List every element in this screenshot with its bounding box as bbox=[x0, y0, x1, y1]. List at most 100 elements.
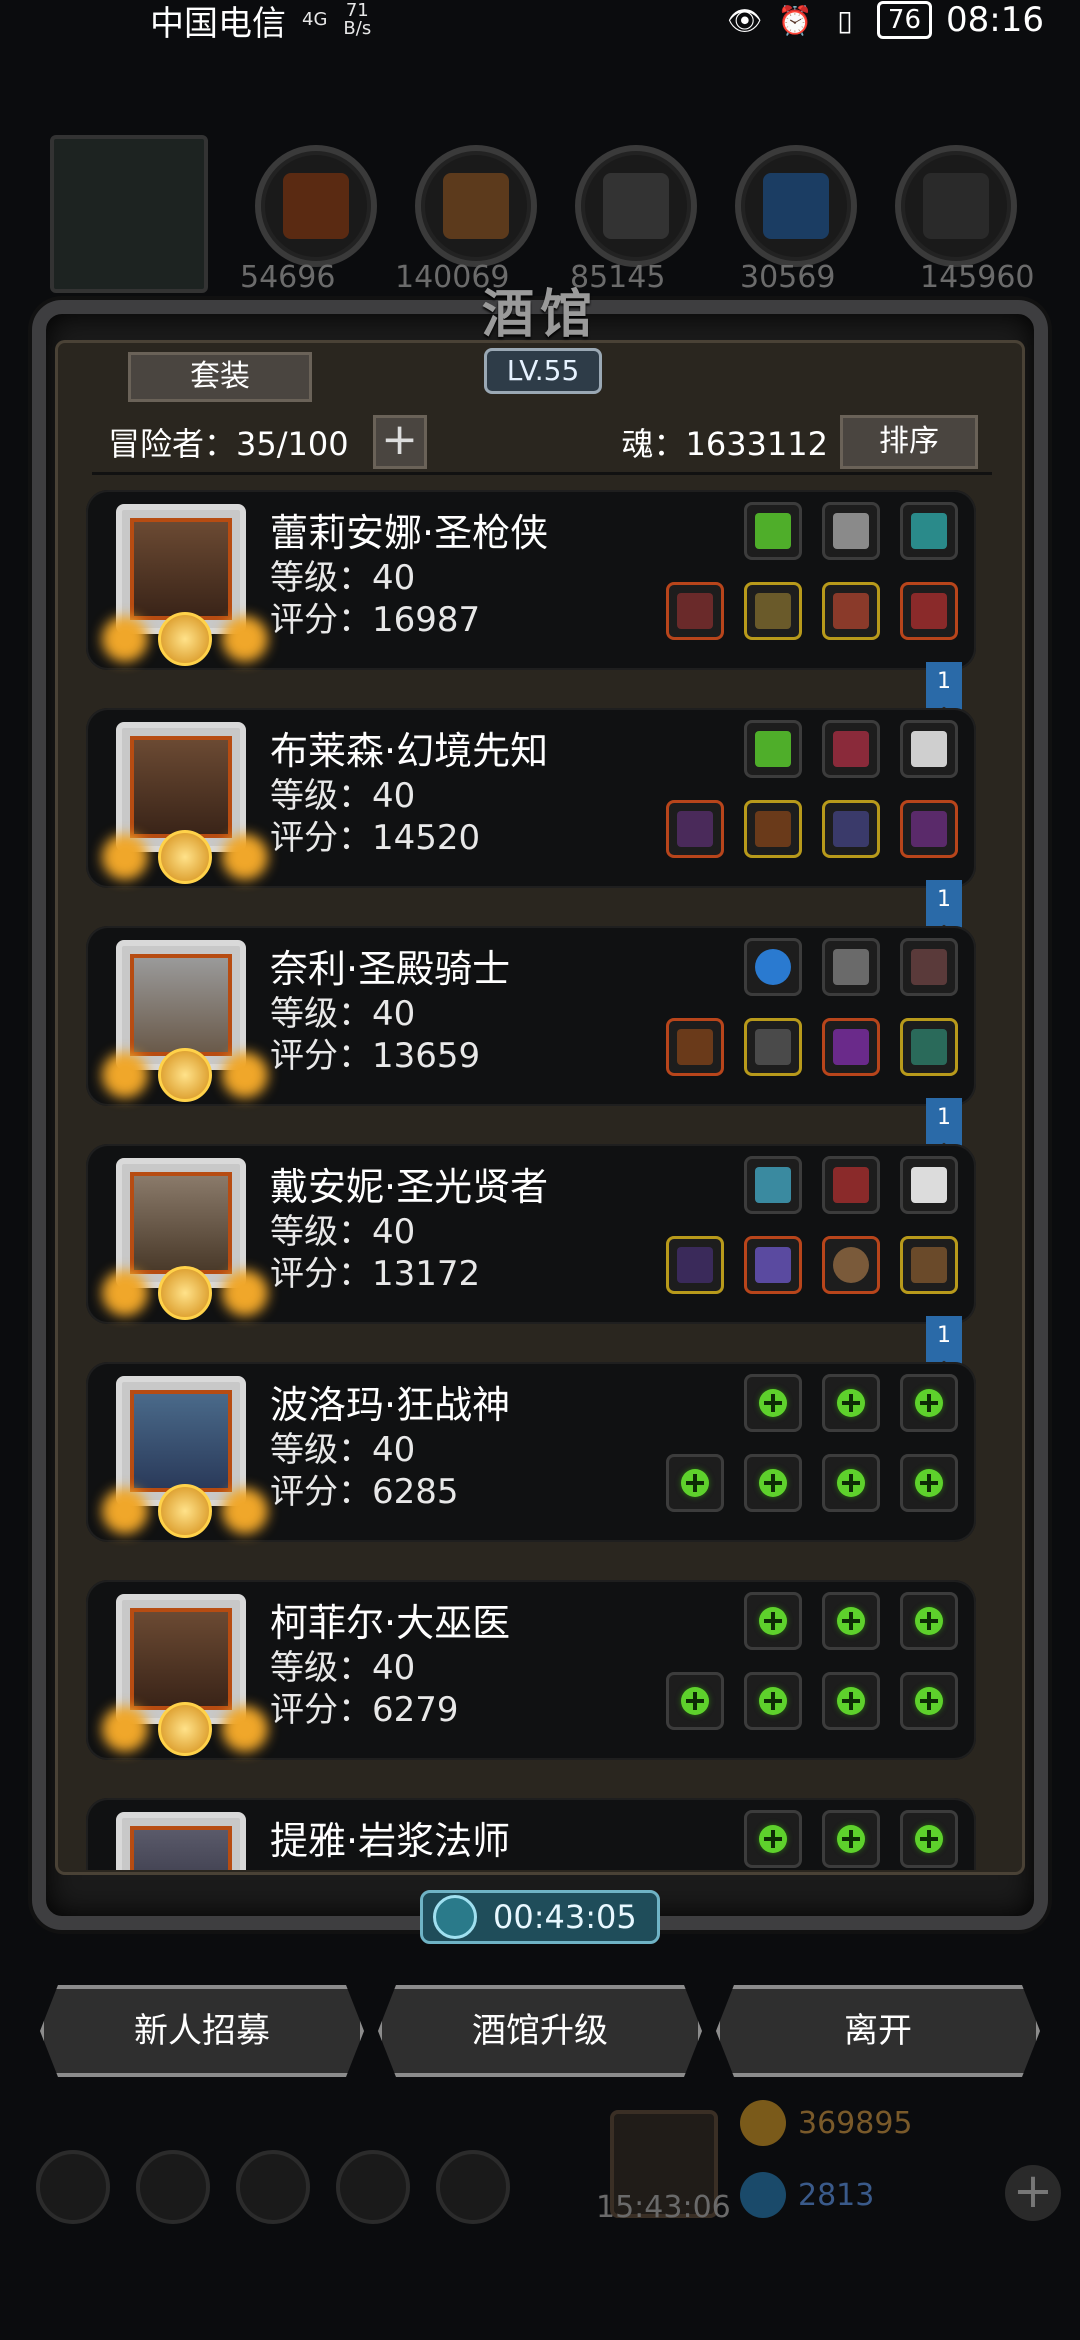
add-equipment-button[interactable] bbox=[744, 1672, 802, 1730]
sort-button[interactable]: 排序 bbox=[840, 415, 978, 469]
adventurer-score: 评分：16987 bbox=[270, 600, 481, 640]
shop-icon[interactable] bbox=[436, 2150, 510, 2224]
adventurer-score: 评分：14520 bbox=[270, 818, 481, 858]
adventurer-card[interactable]: 蕾莉安娜·圣枪侠 等级：40 评分：16987 bbox=[86, 490, 976, 670]
equip-slot-helmet[interactable] bbox=[900, 582, 958, 640]
gift-countdown: 15:43:06 bbox=[596, 2190, 731, 2225]
equip-slot-armor[interactable] bbox=[744, 1018, 802, 1076]
mail-icon[interactable] bbox=[336, 2150, 410, 2224]
adventurer-score: 评分：13659 bbox=[270, 1036, 481, 1076]
equip-slot-feather[interactable] bbox=[900, 720, 958, 778]
equip-slot-armor[interactable] bbox=[744, 800, 802, 858]
top-resource-bar: 54696 140069 85145 30569 145960 bbox=[40, 125, 1040, 295]
rank-medal-icon bbox=[158, 1484, 212, 1538]
status-bar: 中国电信 4G 71 B/s 👁 ⏰ ▯ 76 08:16 bbox=[0, 0, 1080, 44]
adventurer-card[interactable]: 波洛玛·狂战神 等级：40 评分：6285 bbox=[86, 1362, 976, 1542]
add-equipment-button[interactable] bbox=[744, 1810, 802, 1868]
achievement-icon[interactable] bbox=[136, 2150, 210, 2224]
level-badge: LV.55 bbox=[484, 348, 602, 394]
stone-resource-icon bbox=[575, 145, 697, 267]
add-equipment-button[interactable] bbox=[822, 1672, 880, 1730]
soul-count: 魂：1633112 bbox=[621, 425, 828, 463]
equip-slot-mace[interactable] bbox=[666, 1018, 724, 1076]
battery-level: 76 bbox=[876, 1, 933, 39]
add-equipment-button[interactable] bbox=[666, 1672, 724, 1730]
adventurer-card[interactable]: 提雅·岩浆法师 bbox=[86, 1798, 976, 1870]
gold-amount: 369895 bbox=[798, 2105, 913, 2141]
upgrade-tavern-button[interactable]: 酒馆升级 bbox=[378, 1985, 702, 2077]
expand-capacity-button[interactable]: + bbox=[372, 415, 427, 469]
add-equipment-button[interactable] bbox=[744, 1454, 802, 1512]
equip-slot-sword[interactable] bbox=[666, 582, 724, 640]
add-equipment-button[interactable] bbox=[900, 1454, 958, 1512]
equip-slot-weapon[interactable] bbox=[822, 502, 880, 560]
add-equipment-button[interactable] bbox=[822, 1592, 880, 1650]
equip-slot-stone[interactable] bbox=[900, 502, 958, 560]
add-equipment-button[interactable] bbox=[744, 1592, 802, 1650]
add-equipment-button[interactable] bbox=[666, 1454, 724, 1512]
equip-slot-potion[interactable] bbox=[822, 1156, 880, 1214]
equip-slot-feather[interactable] bbox=[900, 1156, 958, 1214]
add-equipment-button[interactable] bbox=[900, 1672, 958, 1730]
rank-medal-icon bbox=[158, 1702, 212, 1756]
equip-slot-emblem[interactable] bbox=[822, 938, 880, 996]
gold-counter: 369895 bbox=[740, 2098, 913, 2148]
add-equipment-button[interactable] bbox=[822, 1374, 880, 1432]
recruit-button[interactable]: 新人招募 bbox=[40, 1985, 364, 2077]
equip-slot-orb[interactable] bbox=[744, 938, 802, 996]
adventurer-card[interactable]: 戴安妮·圣光贤者 等级：40 评分：13172 bbox=[86, 1144, 976, 1324]
suit-tab-button[interactable]: 套装 bbox=[128, 352, 312, 402]
settings-icon[interactable] bbox=[36, 2150, 110, 2224]
leave-button[interactable]: 离开 bbox=[716, 1985, 1040, 2077]
gem-icon bbox=[740, 2172, 786, 2218]
add-equipment-button[interactable] bbox=[822, 1810, 880, 1868]
equip-slot-staff[interactable] bbox=[666, 800, 724, 858]
adventurer-name: 蕾莉安娜·圣枪侠 bbox=[270, 511, 549, 555]
equip-slot-armor[interactable] bbox=[744, 582, 802, 640]
adventurer-list[interactable]: 蕾莉安娜·圣枪侠 等级：40 评分：16987 1 布莱森·幻境先知 等级：40… bbox=[86, 490, 986, 1870]
iron-resource-icon bbox=[895, 145, 1017, 267]
equip-slot-mask[interactable] bbox=[900, 1236, 958, 1294]
equip-slot-scroll[interactable] bbox=[822, 720, 880, 778]
add-equipment-button[interactable] bbox=[822, 1454, 880, 1512]
player-avatar[interactable] bbox=[50, 135, 208, 293]
equip-slot-helmet[interactable] bbox=[822, 1018, 880, 1076]
equip-slot-helmet[interactable] bbox=[900, 800, 958, 858]
crystal-resource-icon bbox=[735, 145, 857, 267]
adventurer-name: 提雅·岩浆法师 bbox=[270, 1819, 511, 1863]
equip-slot-shield[interactable] bbox=[822, 1236, 880, 1294]
equip-slot-amulet[interactable] bbox=[822, 800, 880, 858]
add-equipment-button[interactable] bbox=[744, 1374, 802, 1432]
adventurer-portrait bbox=[116, 1812, 246, 1870]
equip-slot-gem[interactable] bbox=[744, 720, 802, 778]
adventurer-card[interactable]: 布莱森·幻境先知 等级：40 评分：14520 bbox=[86, 708, 976, 888]
adventurer-card[interactable]: 柯菲尔·大巫医 等级：40 评分：6279 bbox=[86, 1580, 976, 1760]
clock-time: 08:16 bbox=[946, 0, 1044, 40]
equip-slot-amulet[interactable] bbox=[822, 582, 880, 640]
add-equipment-button[interactable] bbox=[900, 1810, 958, 1868]
eye-icon: 👁 bbox=[727, 3, 763, 37]
equip-slot-wand[interactable] bbox=[666, 1236, 724, 1294]
add-currency-button[interactable]: + bbox=[1005, 2165, 1061, 2221]
add-equipment-button[interactable] bbox=[900, 1374, 958, 1432]
add-equipment-button[interactable] bbox=[900, 1592, 958, 1650]
adventurer-score: 评分：13172 bbox=[270, 1254, 481, 1294]
adventurer-card[interactable]: 奈利·圣殿骑士 等级：40 评分：13659 bbox=[86, 926, 976, 1106]
countdown-timer: 00:43:05 bbox=[420, 1890, 660, 1944]
equip-slot-gem[interactable] bbox=[900, 1018, 958, 1076]
adventurer-name: 波洛玛·狂战神 bbox=[270, 1383, 511, 1427]
tavern-header-row: 冒险者：35/100 + 魂：1633112 排序 bbox=[108, 412, 978, 472]
wood-resource-icon bbox=[415, 145, 537, 267]
equip-slot-armor[interactable] bbox=[744, 1236, 802, 1294]
carrier-label: 中国电信 bbox=[150, 3, 286, 44]
rank-medal-icon bbox=[158, 830, 212, 884]
adventurer-score: 评分：6285 bbox=[270, 1472, 459, 1512]
rank-medal-icon bbox=[158, 1266, 212, 1320]
header-divider bbox=[92, 472, 992, 475]
equip-slot-feather[interactable] bbox=[900, 938, 958, 996]
equip-slot-crystal[interactable] bbox=[744, 1156, 802, 1214]
guild-icon[interactable] bbox=[236, 2150, 310, 2224]
adventurer-name: 柯菲尔·大巫医 bbox=[270, 1601, 511, 1645]
meat-resource-icon bbox=[255, 145, 377, 267]
equip-slot-gem[interactable] bbox=[744, 502, 802, 560]
